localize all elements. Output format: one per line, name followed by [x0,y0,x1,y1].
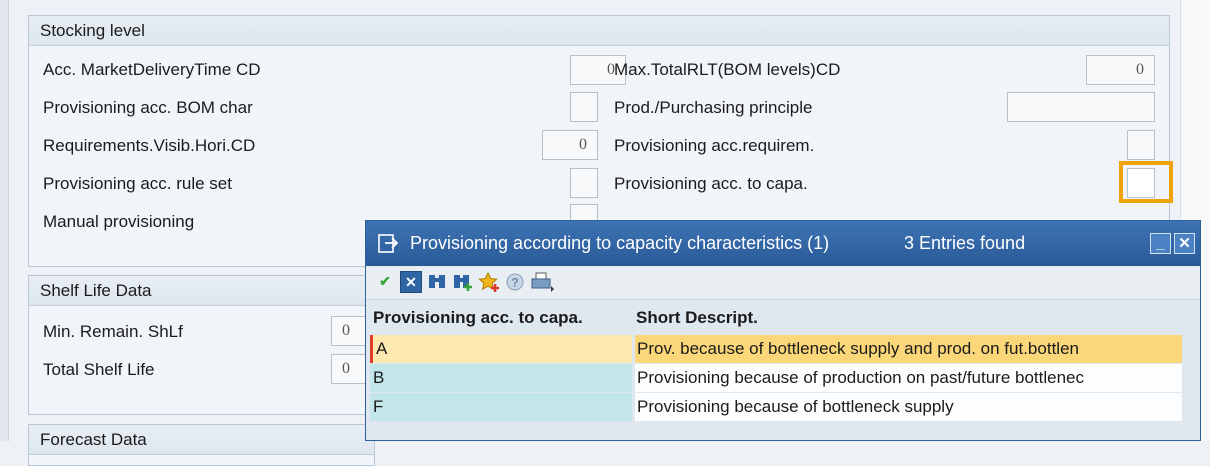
requirements-visib-field[interactable]: 0 [542,130,598,160]
find-next-icon[interactable] [452,271,474,293]
bom-char-field[interactable] [570,92,598,122]
prod-purchasing-field[interactable] [1007,92,1155,122]
column-header-description[interactable]: Short Descript. [636,301,758,334]
find-icon[interactable] [426,271,448,293]
group-title-stocking: Stocking level [29,16,1169,46]
add-favorite-icon[interactable] [478,271,500,293]
label-market-delivery: Acc. MarketDeliveryTime CD [43,60,261,79]
row-description[interactable]: Provisioning because of production on pa… [635,364,1182,392]
entries-found-count: 3 Entries found [904,233,1026,253]
column-header-code[interactable]: Provisioning acc. to capa. [373,301,583,334]
label-min-remain-shelf-life: Min. Remain. ShLf [43,322,183,341]
label-provisioning-requirem: Provisioning acc.requirem. [614,136,815,155]
row-code[interactable]: A [370,335,632,363]
row-code[interactable]: F [370,393,632,421]
label-max-total-rlt: Max.TotalRLT(BOM levels)CD [614,60,841,79]
focus-highlight [1119,161,1173,203]
table-row[interactable]: B Provisioning because of production on … [370,364,1182,392]
dialog-title: Provisioning according to capacity chara… [410,233,830,253]
group-title-forecast: Forecast Data [29,425,374,455]
rule-set-field[interactable] [570,168,598,198]
group-title-shelf-life: Shelf Life Data [29,276,374,306]
label-total-shelf-life: Total Shelf Life [43,360,155,379]
left-frame [0,0,9,441]
continue-icon[interactable]: ✔ [374,271,396,293]
table-row[interactable]: F Provisioning because of bottleneck sup… [370,393,1182,421]
max-total-rlt-field[interactable]: 0 [1086,55,1155,85]
row-code[interactable]: B [370,364,632,392]
label-bom-char: Provisioning acc. BOM char [43,98,253,117]
row-description[interactable]: Provisioning because of bottleneck suppl… [635,393,1182,421]
close-icon[interactable]: ✕ [1174,233,1195,254]
label-provisioning-capa: Provisioning acc. to capa. [614,174,808,193]
print-icon[interactable] [530,271,554,293]
label-requirements-visib: Requirements.Visib.Hori.CD [43,136,256,155]
table-row[interactable]: A Prov. because of bottleneck supply and… [370,335,1182,363]
table-header: Provisioning acc. to capa. Short Descrip… [370,301,1182,334]
help-icon[interactable]: ? [504,271,526,293]
forecast-group: Forecast Data [28,424,375,466]
dialog-titlebar[interactable]: Provisioning according to capacity chara… [366,221,1200,266]
shelf-life-group: Shelf Life Data Min. Remain. ShLf 0 Tota… [28,275,381,415]
row-description[interactable]: Prov. because of bottleneck supply and p… [635,335,1182,363]
label-prod-purchasing: Prod./Purchasing principle [614,98,813,117]
dialog-toolbar: ✔ ✕ ? [366,267,1200,300]
minimize-icon[interactable]: _ [1150,233,1171,254]
cancel-icon[interactable]: ✕ [400,271,422,293]
value-help-dialog: Provisioning according to capacity chara… [365,220,1201,441]
label-rule-set: Provisioning acc. rule set [43,174,232,193]
label-manual-provisioning: Manual provisioning [43,212,195,231]
svg-text:?: ? [511,276,518,290]
provisioning-requirem-field[interactable] [1127,130,1155,160]
